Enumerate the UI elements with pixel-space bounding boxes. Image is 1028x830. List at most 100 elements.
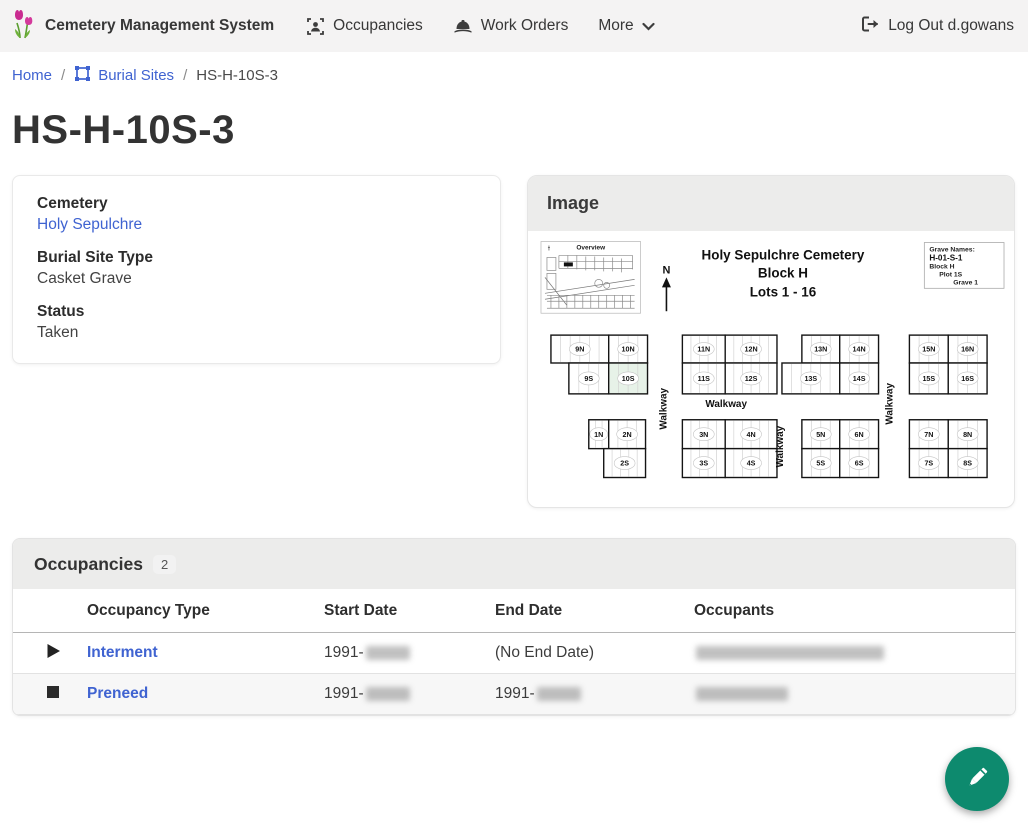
cemetery-link[interactable]: Holy Sepulchre (37, 216, 142, 233)
nav-item-label: Occupancies (333, 17, 423, 35)
occupancies-panel: Occupancies 2 Occupancy Type Start Date … (12, 538, 1016, 716)
svg-text:Block H: Block H (758, 265, 808, 280)
occupancy-status-cell (13, 641, 75, 666)
logout-button[interactable]: Log Out d.gowans (861, 15, 1014, 38)
lot-label: 7S (924, 460, 933, 468)
redacted-text (696, 687, 788, 701)
map-lot-15N[interactable]: 15N (909, 335, 948, 363)
lot-label: 1N (594, 431, 603, 439)
map-lot-13S[interactable]: 13S (782, 363, 840, 394)
map-lot-9S[interactable]: 9S (569, 363, 609, 394)
brand[interactable]: Cemetery Management System (14, 9, 274, 44)
lot-label: 8N (963, 431, 972, 439)
map-lot-2S[interactable]: 2S (604, 449, 646, 478)
breadcrumb-separator: / (183, 67, 187, 84)
map-lot-2N[interactable]: 2N (609, 420, 646, 449)
lot-label: 11N (697, 346, 710, 354)
field-cemetery: Cemetery Holy Sepulchre (37, 195, 476, 234)
lot-label: 16S (961, 375, 974, 383)
lot-label: 10N (622, 346, 635, 354)
map-lot-11S[interactable]: 11S (682, 363, 725, 394)
svg-text:Overview: Overview (576, 244, 606, 251)
field-burial-site-type: Burial Site Type Casket Grave (37, 249, 476, 288)
map-lot-9N[interactable]: 9N (551, 335, 609, 363)
occupancy-type-link[interactable]: Preneed (87, 685, 148, 702)
nav-item-label: Work Orders (481, 17, 569, 35)
redacted-text (537, 687, 581, 701)
field-label: Burial Site Type (37, 249, 476, 267)
map-lot-8S[interactable]: 8S (948, 449, 987, 478)
stop-icon (46, 685, 60, 704)
header-cell-occupants: Occupants (682, 600, 1015, 622)
nav-item-work-orders[interactable]: Work Orders (453, 17, 569, 35)
svg-text:Lots 1 - 16: Lots 1 - 16 (750, 284, 816, 299)
top-navbar: Cemetery Management System Occupancies W… (0, 0, 1028, 52)
map-lot-8N[interactable]: 8N (948, 420, 987, 449)
map-lot-11N[interactable]: 11N (682, 335, 725, 363)
lot-label: 5N (816, 431, 825, 439)
map-lot-7N[interactable]: 7N (909, 420, 948, 449)
lot-label: 13N (814, 346, 827, 354)
lot-label: 4S (747, 460, 756, 468)
lot-label: 7N (924, 431, 933, 439)
end-date-cell: (No End Date) (483, 642, 682, 664)
svg-text:Holy Sepulchre Cemetery: Holy Sepulchre Cemetery (702, 247, 865, 262)
map-lot-12N[interactable]: 12N (725, 335, 777, 363)
lots-layer: 9N 10N 9S 10S 11N 12N 11S 12S 13N 14N 13S 14S 15N16N… (551, 335, 987, 477)
occupancy-type-link[interactable]: Interment (87, 644, 158, 661)
nav-item-more[interactable]: More (598, 17, 654, 35)
map-lot-12S[interactable]: 12S (725, 363, 777, 394)
occupancies-icon (306, 17, 325, 36)
breadcrumb-home-link[interactable]: Home (12, 67, 52, 84)
cemetery-block-map[interactable]: Overview (537, 235, 1005, 490)
map-lot-16N[interactable]: 16N (948, 335, 987, 363)
lot-label: 13S (804, 375, 817, 383)
map-lot-3S[interactable]: 3S (682, 449, 725, 478)
lot-label: 11S (698, 375, 711, 383)
header-cell-occupancy-type: Occupancy Type (75, 600, 312, 622)
map-lot-3N[interactable]: 3N (682, 420, 725, 449)
edit-fab-button[interactable] (945, 747, 1009, 811)
occupancies-header: Occupancies 2 (13, 539, 1015, 589)
breadcrumb-burial-sites-link[interactable]: Burial Sites (74, 65, 174, 86)
map-lot-6N[interactable]: 6N (840, 420, 879, 449)
svg-text:Plot 1S: Plot 1S (939, 271, 962, 278)
lot-label: 10S (622, 375, 635, 383)
redacted-text (366, 646, 410, 660)
occupancy-type-cell: Preneed (75, 683, 312, 705)
occupancies-rows: Interment1991-(No End Date)Preneed1991-1… (13, 633, 1015, 715)
lot-label: 2N (623, 431, 632, 439)
field-value: Taken (37, 324, 476, 342)
map-lot-10S[interactable]: 10S (609, 363, 648, 394)
map-lot-15S[interactable]: 15S (909, 363, 948, 394)
breadcrumb-burial-sites-label: Burial Sites (98, 67, 174, 84)
breadcrumb-current: HS-H-10S-3 (196, 67, 278, 84)
lot-label: 6S (855, 460, 864, 468)
field-label: Status (37, 303, 476, 321)
map-lot-13N[interactable]: 13N (802, 335, 840, 363)
end-date-cell: 1991- (483, 683, 682, 705)
breadcrumb-separator: / (61, 67, 65, 84)
map-lot-5N[interactable]: 5N (802, 420, 840, 449)
overview-thumbnail: Overview (541, 242, 641, 314)
map-lot-7S[interactable]: 7S (909, 449, 948, 478)
map-lot-4S[interactable]: 4S (725, 449, 777, 478)
map-lot-6S[interactable]: 6S (840, 449, 879, 478)
nav-item-occupancies[interactable]: Occupancies (306, 17, 423, 36)
nav-item-label: More (598, 17, 633, 35)
map-title: Holy Sepulchre Cemetery Block H Lots 1 -… (702, 247, 865, 299)
lot-label: 9S (584, 375, 593, 383)
occupancy-status-cell (13, 683, 75, 706)
map-lot-14N[interactable]: 14N (840, 335, 879, 363)
header-cell-icon (13, 609, 75, 613)
lot-label: 3N (699, 431, 708, 439)
map-lot-4N[interactable]: 4N (725, 420, 777, 449)
work-orders-icon (453, 18, 473, 35)
walkway-label: Walkway (705, 399, 747, 410)
map-lot-16S[interactable]: 16S (948, 363, 987, 394)
map-lot-1N[interactable]: 1N (589, 420, 609, 449)
map-lot-5S[interactable]: 5S (802, 449, 840, 478)
map-lot-14S[interactable]: 14S (840, 363, 879, 394)
map-lot-10N[interactable]: 10N (609, 335, 648, 363)
map-legend: Grave Names: H-01-S-1 Block H Plot 1S Gr… (924, 243, 1004, 289)
